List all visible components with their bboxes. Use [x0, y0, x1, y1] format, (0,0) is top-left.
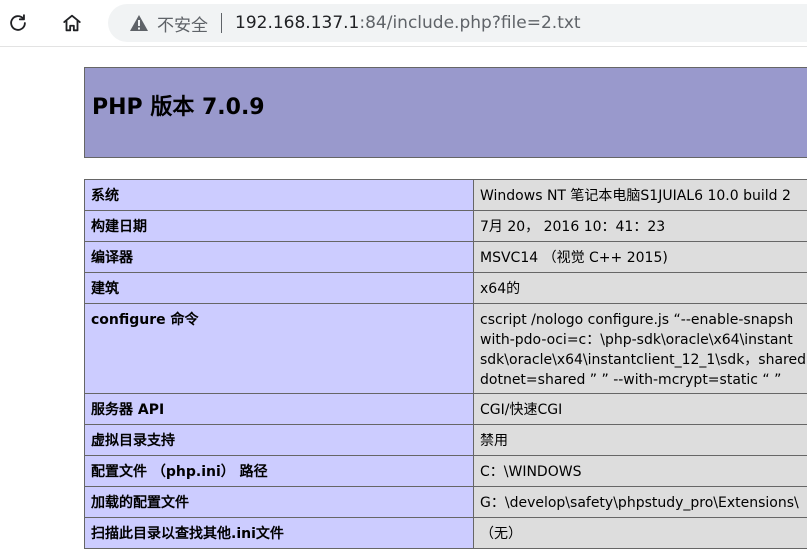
value-line: Windows NT 笔记本电脑S1JUIAL6 10.0 build 2 [480, 186, 807, 206]
table-row: 编译器 MSVC14 （视觉 C++ 2015) [85, 242, 807, 273]
value-line: （无） [480, 524, 807, 544]
address-bar[interactable]: 不安全 192.168.137.1:84/include.php?file=2.… [108, 4, 807, 42]
row-key: 虚拟目录支持 [85, 425, 474, 456]
value-line: dotnet=shared ” ” --with-mcrypt=static “… [480, 370, 807, 390]
value-line: 禁用 [480, 431, 807, 451]
table-row: 扫描此目录以查找其他.ini文件 （无） [85, 518, 807, 549]
row-key: 编译器 [85, 242, 474, 273]
home-icon [61, 12, 83, 34]
row-key: 建筑 [85, 273, 474, 304]
browser-toolbar: 不安全 192.168.137.1:84/include.php?file=2.… [0, 0, 807, 47]
row-value: （无） [474, 518, 807, 549]
row-value: C：\WINDOWS [474, 456, 807, 487]
row-value: MSVC14 （视觉 C++ 2015) [474, 242, 807, 273]
warning-icon[interactable] [129, 14, 149, 32]
row-key: 配置文件 （php.ini） 路径 [85, 456, 474, 487]
php-version-header: PHP 版本 7.0.9 [84, 67, 807, 158]
table-row: 配置文件 （php.ini） 路径 C：\WINDOWS [85, 456, 807, 487]
row-value: 7月 20， 2016 10：41：23 [474, 211, 807, 242]
table-row: 系统 Windows NT 笔记本电脑S1JUIAL6 10.0 build 2 [85, 180, 807, 211]
table-row: 虚拟目录支持禁用 [85, 425, 807, 456]
value-line: CGI/快速CGI [480, 400, 807, 420]
value-line: MSVC14 （视觉 C++ 2015) [480, 248, 807, 268]
table-row: 加载的配置文件 G：\develop\safety\phpstudy_pro\Ex… [85, 487, 807, 518]
value-line: sdk\oracle\x64\instantclient_12_1\sdk，sh… [480, 350, 807, 370]
url-path: :84/include.php?file=2.txt [359, 13, 580, 33]
reload-button[interactable] [3, 8, 33, 38]
url-host: 192.168.137.1 [235, 13, 359, 33]
security-label[interactable]: 不安全 [157, 11, 208, 36]
address-divider [221, 13, 222, 33]
row-key: 服务器 API [85, 394, 474, 425]
row-key: 扫描此目录以查找其他.ini文件 [85, 518, 474, 549]
value-line: cscript /nologo configure.js “--enable-s… [480, 310, 807, 330]
page-title: PHP 版本 7.0.9 [92, 89, 265, 121]
row-value: Windows NT 笔记本电脑S1JUIAL6 10.0 build 2 [474, 180, 807, 211]
row-key: configure 命令 [85, 304, 474, 394]
value-line: C：\WINDOWS [480, 462, 807, 482]
url-text[interactable]: 192.168.137.1:84/include.php?file=2.txt [235, 13, 581, 33]
row-value: 禁用 [474, 425, 807, 456]
home-button[interactable] [57, 8, 87, 38]
row-value: x64的 [474, 273, 807, 304]
value-line: with-pdo-oci=c：\php-sdk\oracle\x64\insta… [480, 330, 807, 350]
value-line: x64的 [480, 279, 807, 299]
row-key: 系统 [85, 180, 474, 211]
table-row: 构建日期 7月 20， 2016 10：41：23 [85, 211, 807, 242]
row-value: CGI/快速CGI [474, 394, 807, 425]
row-key: 构建日期 [85, 211, 474, 242]
value-line: 7月 20， 2016 10：41：23 [480, 217, 807, 237]
table-row: configure 命令 cscript /nologo configure.js… [85, 304, 807, 394]
row-value: G：\develop\safety\phpstudy_pro\Extension… [474, 487, 807, 518]
table-row: 服务器 API CGI/快速CGI [85, 394, 807, 425]
row-value: cscript /nologo configure.js “--enable-s… [474, 304, 807, 394]
value-line: G：\develop\safety\phpstudy_pro\Extension… [480, 493, 807, 513]
reload-icon [7, 12, 29, 34]
row-key: 加载的配置文件 [85, 487, 474, 518]
info-table: 系统 Windows NT 笔记本电脑S1JUIAL6 10.0 build 2 构… [84, 179, 807, 549]
table-row: 建筑 x64的 [85, 273, 807, 304]
